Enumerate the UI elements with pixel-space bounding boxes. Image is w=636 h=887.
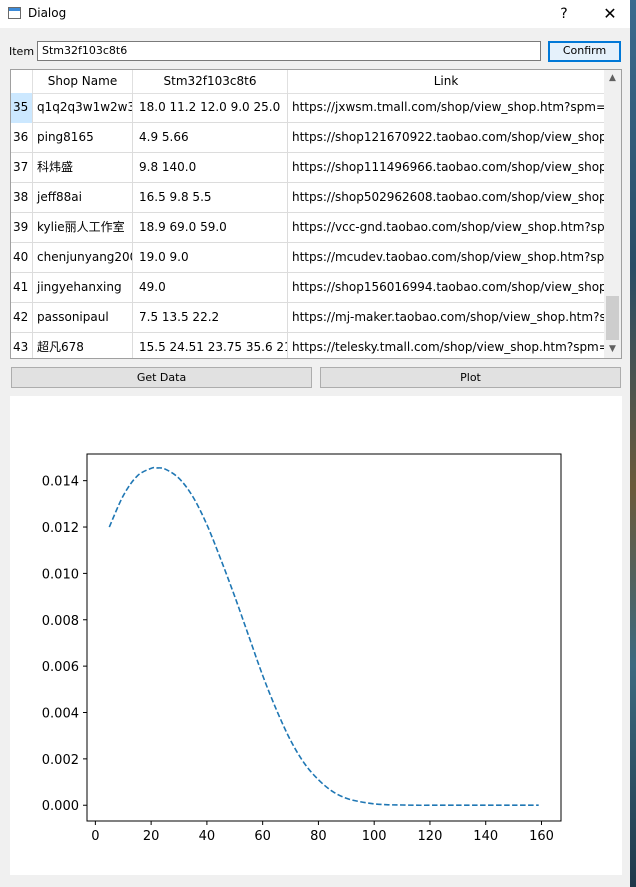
table-row[interactable]: 35 q1q2q3w1w2w31 18.0 11.2 12.0 9.0 25.0… [11,93,604,123]
header-shop-name[interactable]: Shop Name [33,70,133,93]
shop-table[interactable]: Shop Name Stm32f103c8t6 Link 35 q1q2q3w1… [10,69,622,359]
prices-cell[interactable]: 7.5 13.5 22.2 [133,303,288,333]
shop-name-cell[interactable]: ping8165 [33,123,133,153]
line-chart: 0 20 40 60 80 100 120 140 160 0.000 0.002 0.004 0.00… [42,453,562,844]
y-tick-label: 0.010 [42,567,79,582]
link-cell[interactable]: https://shop121670922.taobao.com/shop/vi… [288,123,604,153]
prices-cell[interactable]: 18.9 69.0 59.0 [133,213,288,243]
prices-cell[interactable]: 4.9 5.66 [133,123,288,153]
row-index[interactable]: 39 [11,213,33,243]
table-row[interactable]: 38 jeff88ai 16.5 9.8 5.5 https://shop502… [11,183,604,213]
link-cell[interactable]: https://jxwsm.tmall.com/shop/view_shop.h… [288,93,604,123]
x-tick-label: 140 [473,829,498,844]
row-index[interactable]: 36 [11,123,33,153]
table-row[interactable]: 43 超凡678 15.5 24.51 23.75 35.6 21.76 htt… [11,333,604,358]
prices-cell[interactable]: 19.0 9.0 [133,243,288,273]
close-button[interactable]: ✕ [588,0,632,28]
prices-cell[interactable]: 9.8 140.0 [133,153,288,183]
window-title: Dialog [28,6,67,20]
item-label: Item [9,45,35,58]
x-tick-label: 80 [310,829,327,844]
table-row[interactable]: 39 kylie丽人工作室 18.9 69.0 59.0 https://vcc… [11,213,604,243]
table-row[interactable]: 37 科炜盛 9.8 140.0 https://shop111496966.t… [11,153,604,183]
row-index[interactable]: 38 [11,183,33,213]
row-index[interactable]: 37 [11,153,33,183]
dialog-window: Dialog ? ✕ Item Stm32f103c8t6 Confirm Sh… [0,0,630,887]
link-cell[interactable]: https://shop111496966.taobao.com/shop/vi… [288,153,604,183]
shop-name-cell[interactable]: q1q2q3w1w2w31 [33,93,133,123]
shop-name-cell[interactable]: passonipaul [33,303,133,333]
x-tick-label: 160 [529,829,554,844]
shop-name-cell[interactable]: 超凡678 [33,333,133,358]
link-cell[interactable]: https://shop156016994.taobao.com/shop/vi… [288,273,604,303]
axes-frame [86,453,562,822]
y-tick-label: 0.004 [42,706,79,721]
link-cell[interactable]: https://telesky.tmall.com/shop/view_shop… [288,333,604,358]
header-prices[interactable]: Stm32f103c8t6 [133,70,288,93]
table-row[interactable]: 40 chenjunyang2009 19.0 9.0 https://mcud… [11,243,604,273]
prices-cell[interactable]: 15.5 24.51 23.75 35.6 21.76 [133,333,288,358]
y-tick-label: 0.012 [42,521,79,536]
x-tick-label: 40 [199,829,216,844]
x-tick-label: 120 [418,829,443,844]
y-tick-label: 0.002 [42,753,79,768]
row-index[interactable]: 40 [11,243,33,273]
row-index[interactable]: 43 [11,333,33,358]
shop-name-cell[interactable]: kylie丽人工作室 [33,213,133,243]
row-index[interactable]: 35 [11,93,33,123]
x-tick-label: 20 [143,829,160,844]
table-row[interactable]: 41 jingyehanxing 49.0 https://shop156016… [11,273,604,303]
row-index[interactable]: 41 [11,273,33,303]
y-tick-label: 0.014 [42,475,79,490]
y-tick-label: 0.006 [42,660,79,675]
x-tick-label: 0 [91,829,99,844]
table-row[interactable]: 42 passonipaul 7.5 13.5 22.2 https://mj-… [11,303,604,333]
y-tick-label: 0.000 [42,799,79,814]
prices-cell[interactable]: 49.0 [133,273,288,303]
link-cell[interactable]: https://shop502962608.taobao.com/shop/vi… [288,183,604,213]
help-button[interactable]: ? [542,0,586,28]
scroll-up-arrow-icon[interactable]: ▲ [604,70,621,87]
link-cell[interactable]: https://mj-maker.taobao.com/shop/view_sh… [288,303,604,333]
desktop-background [630,0,636,887]
item-input[interactable]: Stm32f103c8t6 [37,41,541,61]
series-line [108,466,539,807]
x-tick-label: 100 [362,829,387,844]
plot-button[interactable]: Plot [320,367,621,388]
prices-cell[interactable]: 16.5 9.8 5.5 [133,183,288,213]
scroll-down-arrow-icon[interactable]: ▼ [604,341,621,358]
link-cell[interactable]: https://vcc-gnd.taobao.com/shop/view_sho… [288,213,604,243]
table-body: 35 q1q2q3w1w2w31 18.0 11.2 12.0 9.0 25.0… [11,93,604,358]
shop-name-cell[interactable]: jeff88ai [33,183,133,213]
table-header: Shop Name Stm32f103c8t6 Link [11,70,604,94]
shop-name-cell[interactable]: 科炜盛 [33,153,133,183]
row-index[interactable]: 42 [11,303,33,333]
link-cell[interactable]: https://mcudev.taobao.com/shop/view_shop… [288,243,604,273]
header-index[interactable] [11,70,33,93]
window-icon [8,7,21,19]
prices-cell[interactable]: 18.0 11.2 12.0 9.0 25.0 [133,93,288,123]
confirm-button[interactable]: Confirm [548,41,621,62]
y-tick-label: 0.008 [42,614,79,629]
x-tick-label: 60 [254,829,271,844]
get-data-button[interactable]: Get Data [11,367,312,388]
table-row[interactable]: 36 ping8165 4.9 5.66 https://shop1216709… [11,123,604,153]
plot-canvas: 0 20 40 60 80 100 120 140 160 0.000 0.002 0.004 0.00… [10,396,622,875]
header-link[interactable]: Link [288,70,604,93]
shop-name-cell[interactable]: chenjunyang2009 [33,243,133,273]
table-scrollbar[interactable]: ▲ ▼ [604,70,621,358]
scroll-thumb[interactable] [606,296,619,340]
title-bar: Dialog ? ✕ [0,0,630,28]
shop-name-cell[interactable]: jingyehanxing [33,273,133,303]
